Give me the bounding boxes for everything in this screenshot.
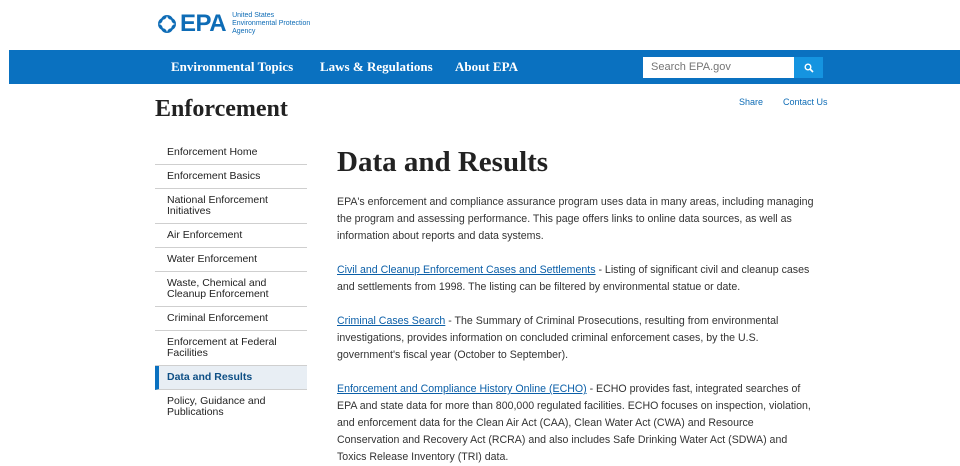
section-title: Enforcement [155, 96, 288, 122]
logo-sub-line: United States [232, 12, 275, 19]
search-button[interactable] [794, 57, 823, 78]
sidebar-item-criminal-enforcement[interactable]: Criminal Enforcement [155, 307, 307, 331]
sidebar-item-enforcement-basics[interactable]: Enforcement Basics [155, 165, 307, 189]
logo-subtitle: United States Environmental Protection A… [232, 12, 310, 36]
main-navbar: Environmental Topics Laws & Regulations … [9, 50, 960, 84]
criminal-cases-search-link[interactable]: Criminal Cases Search [337, 315, 445, 327]
entry-paragraph: Criminal Cases Search - The Summary of C… [337, 313, 817, 364]
page-title: Data and Results [337, 146, 549, 178]
sidebar-item-policy-guidance[interactable]: Policy, Guidance and Publications [155, 390, 307, 424]
sidebar-item-data-and-results[interactable]: Data and Results [155, 366, 307, 390]
logo-sub-line: Environmental Protection [232, 20, 311, 27]
search-input[interactable] [643, 57, 794, 78]
sidebar-item-federal-facilities[interactable]: Enforcement at Federal Facilities [155, 331, 307, 366]
entry-paragraph: Enforcement and Compliance History Onlin… [337, 381, 817, 466]
nav-environmental-topics[interactable]: Environmental Topics [171, 50, 293, 84]
share-link[interactable]: Share [739, 97, 763, 107]
main-content: EPA's enforcement and compliance assuran… [337, 194, 817, 466]
sidebar-item-national-enforcement-initiatives[interactable]: National Enforcement Initiatives [155, 189, 307, 224]
sidebar-item-water-enforcement[interactable]: Water Enforcement [155, 248, 307, 272]
search-icon [804, 63, 814, 73]
echo-link[interactable]: Enforcement and Compliance History Onlin… [337, 383, 587, 395]
epa-flower-icon [158, 15, 176, 33]
sidebar-item-waste-chemical-cleanup[interactable]: Waste, Chemical and Cleanup Enforcement [155, 272, 307, 307]
sidebar-item-enforcement-home[interactable]: Enforcement Home [155, 141, 307, 165]
sidebar-item-air-enforcement[interactable]: Air Enforcement [155, 224, 307, 248]
contact-us-link[interactable]: Contact Us [783, 97, 828, 107]
logo-wordmark: EPA [180, 10, 227, 37]
entry-paragraph: Civil and Cleanup Enforcement Cases and … [337, 262, 817, 296]
intro-paragraph: EPA's enforcement and compliance assuran… [337, 196, 814, 242]
sidebar-nav: Enforcement Home Enforcement Basics Nati… [155, 141, 307, 424]
entry-description: - ECHO provides fast, integrated searche… [337, 383, 811, 463]
nav-about-epa[interactable]: About EPA [455, 50, 518, 84]
epa-logo[interactable]: EPA United States Environmental Protecti… [155, 12, 310, 36]
logo-sub-line: Agency [232, 28, 256, 35]
nav-laws-regulations[interactable]: Laws & Regulations [320, 50, 433, 84]
civil-cleanup-cases-link[interactable]: Civil and Cleanup Enforcement Cases and … [337, 264, 596, 276]
